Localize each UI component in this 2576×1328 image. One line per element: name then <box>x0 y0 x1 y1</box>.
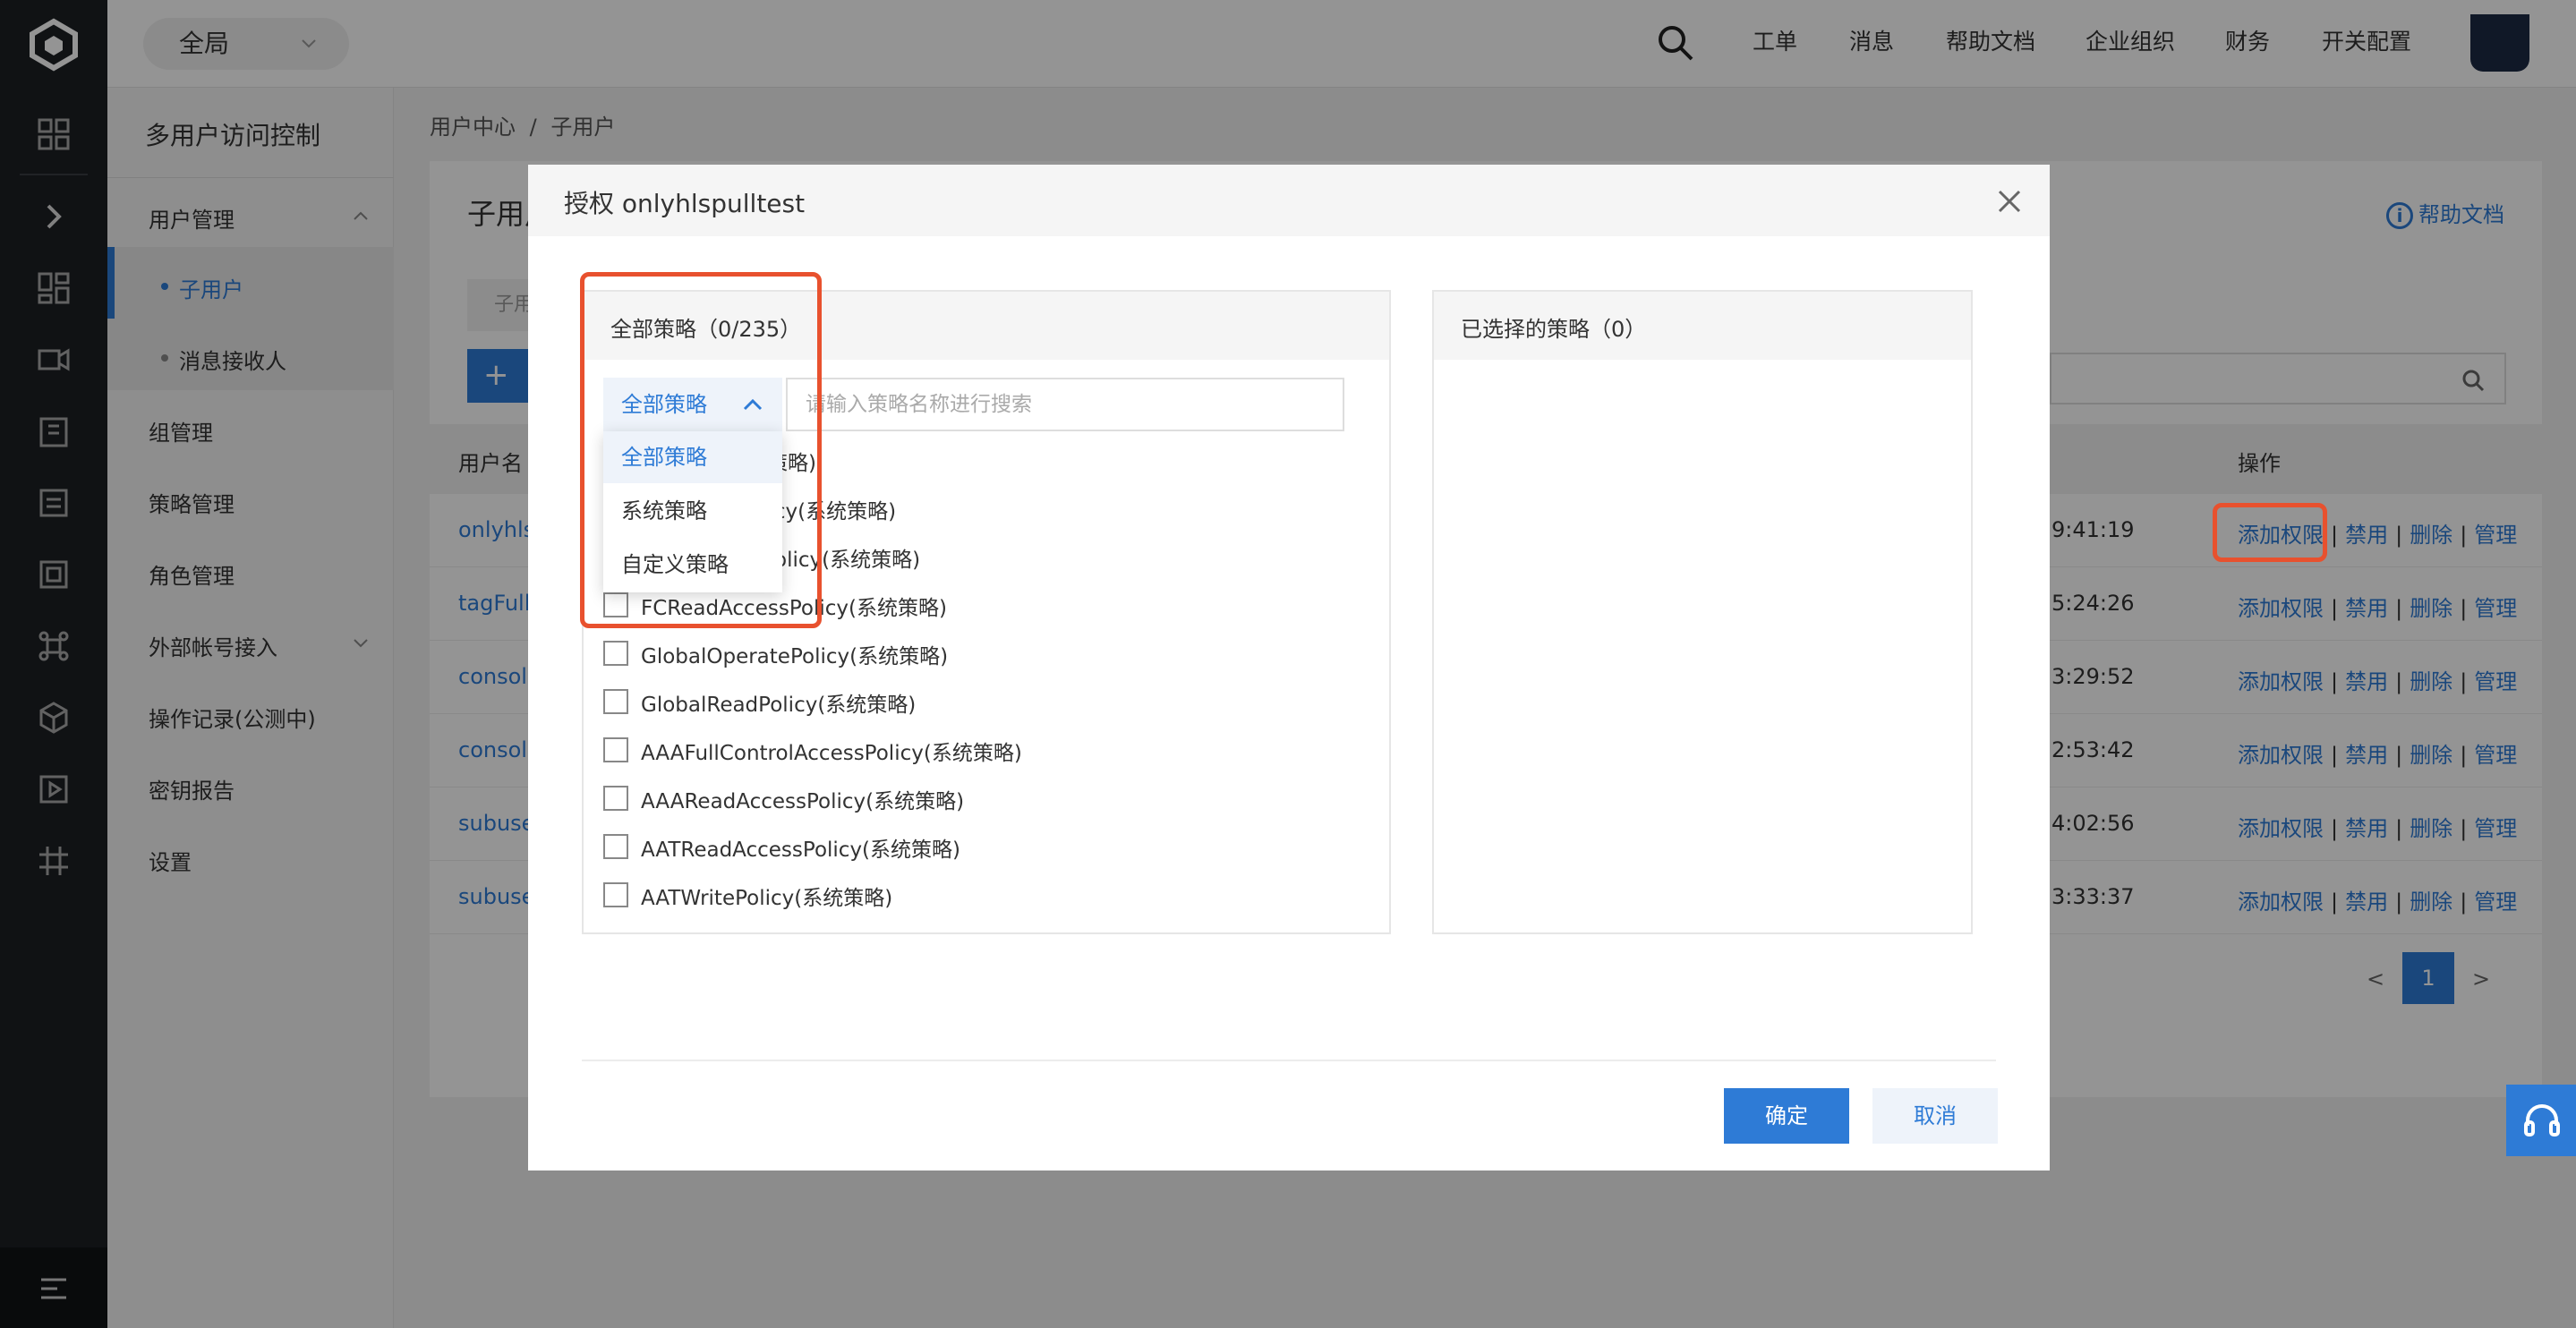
policy-item[interactable]: AAAReadAccessPolicy(系统策略) <box>603 780 1140 816</box>
policy-label: AATWritePolicy(系统策略) <box>641 887 893 910</box>
checkbox[interactable] <box>603 882 628 907</box>
checkbox[interactable] <box>603 786 628 811</box>
policy-label: AAAFullControlAccessPolicy(系统策略) <box>641 742 1022 765</box>
policy-item[interactable]: AATWritePolicy(系统策略) <box>603 877 1140 913</box>
selected-policies-panel: 已选择的策略（0） <box>1432 290 1973 934</box>
checkbox[interactable] <box>603 737 628 762</box>
checkbox[interactable] <box>603 834 628 859</box>
policy-label: GlobalReadPolicy(系统策略) <box>641 694 917 717</box>
highlight-add-permission <box>2213 503 2327 562</box>
policy-item[interactable]: GlobalReadPolicy(系统策略) <box>603 684 1140 719</box>
policy-item[interactable]: AAAFullControlAccessPolicy(系统策略) <box>603 732 1140 768</box>
cancel-button[interactable]: 取消 <box>1872 1088 1998 1144</box>
modal-title: 授权 onlyhlspulltest <box>564 189 806 218</box>
close-icon[interactable] <box>1996 188 2023 215</box>
support-button[interactable] <box>2506 1085 2576 1156</box>
selected-policies-header: 已选择的策略（0） <box>1434 292 1971 360</box>
policy-item[interactable]: AATReadAccessPolicy(系统策略) <box>603 829 1140 864</box>
highlight-policy-dropdown <box>580 272 822 628</box>
footer-divider <box>582 1060 1996 1061</box>
checkbox[interactable] <box>603 689 628 714</box>
policy-search-input[interactable]: 请输入策略名称进行搜索 <box>786 378 1344 431</box>
policy-label: AAAReadAccessPolicy(系统策略) <box>641 790 965 813</box>
headset-icon <box>2524 1104 2560 1136</box>
policy-label: AATReadAccessPolicy(系统策略) <box>641 839 961 862</box>
checkbox[interactable] <box>603 641 628 666</box>
policy-item[interactable]: GlobalOperatePolicy(系统策略) <box>603 635 1140 671</box>
confirm-button[interactable]: 确定 <box>1724 1088 1849 1144</box>
policy-label: GlobalOperatePolicy(系统策略) <box>641 645 949 668</box>
modal-header: 授权 onlyhlspulltest <box>528 165 2050 236</box>
